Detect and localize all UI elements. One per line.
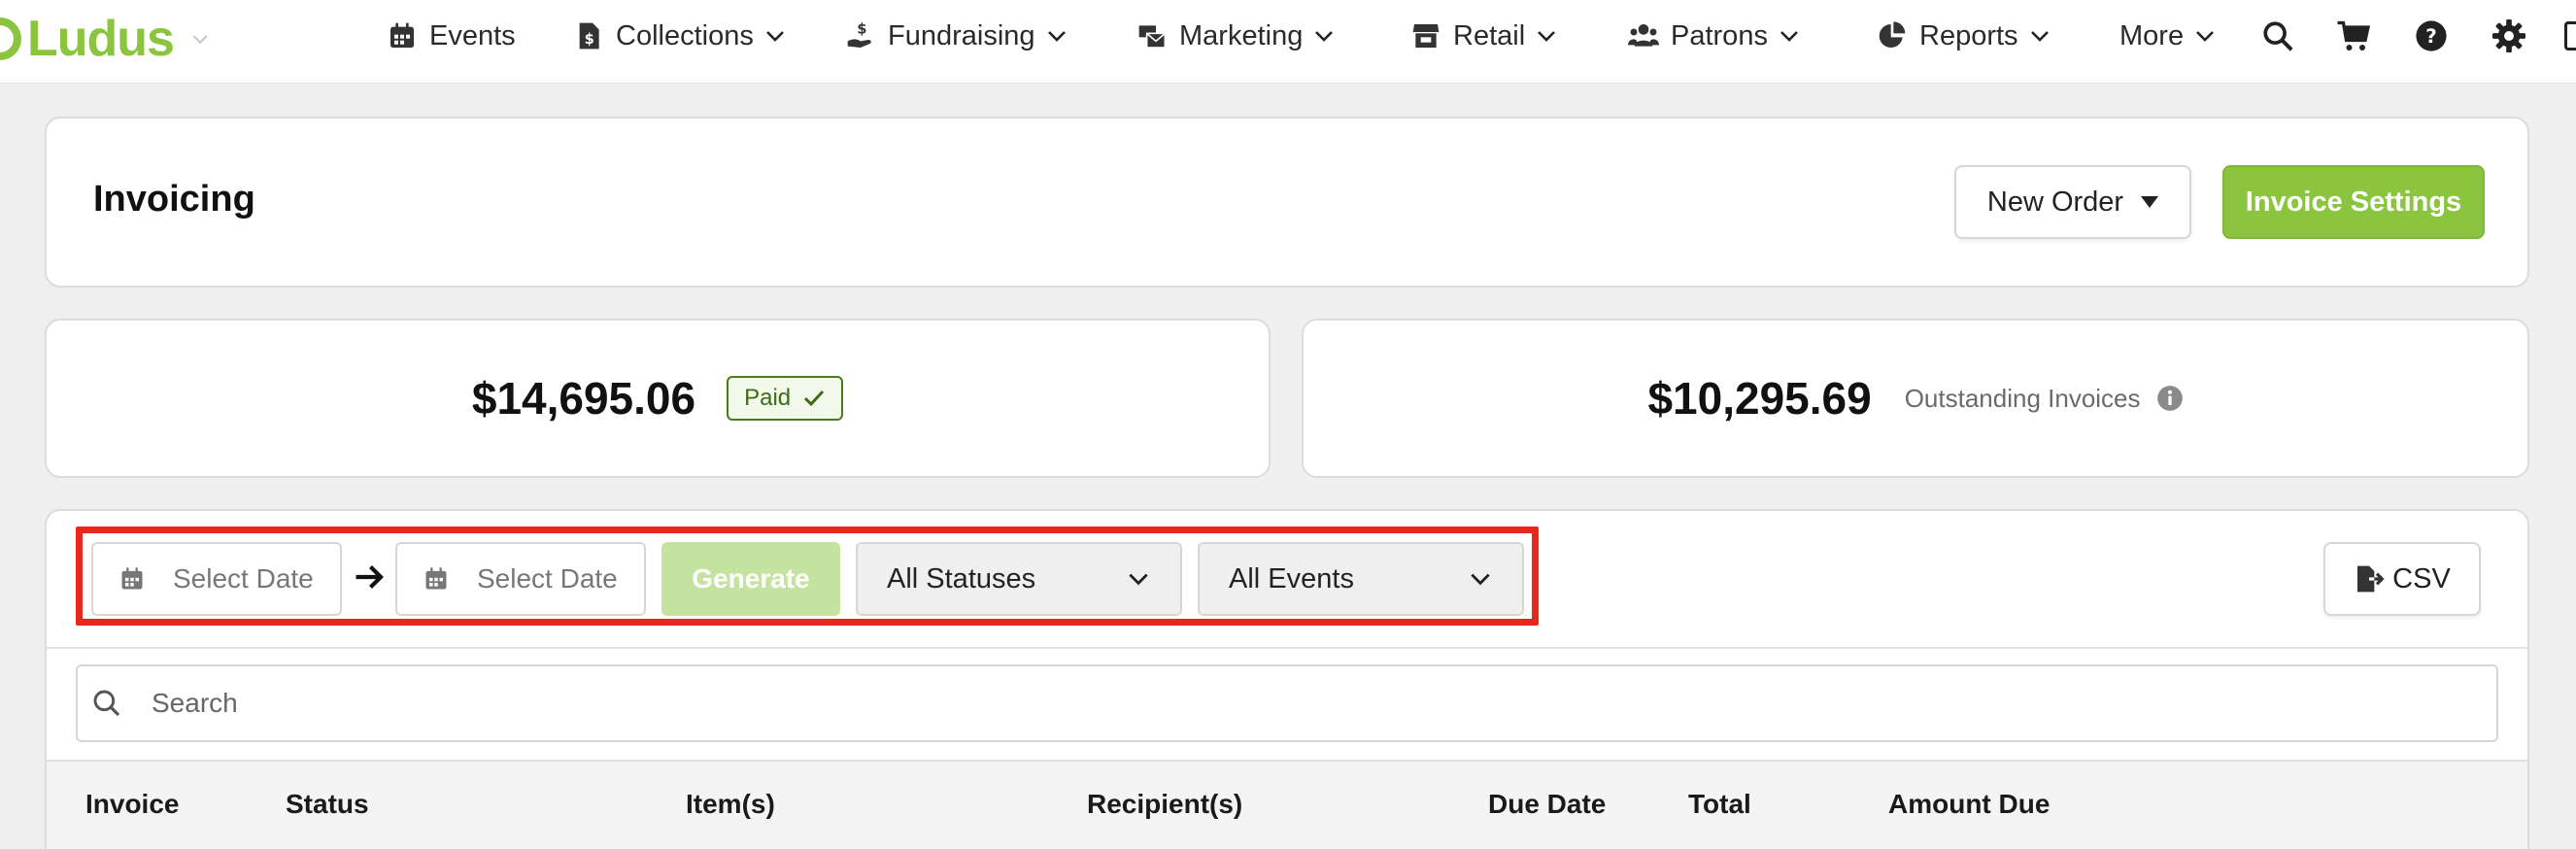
svg-text:?: ? [2425,25,2437,48]
column-header-invoice[interactable]: Invoice [85,789,179,820]
paid-badge: Paid [727,376,844,421]
events-select[interactable]: All Events [1198,542,1524,616]
new-order-button[interactable]: New Order [1954,165,2191,239]
generate-button[interactable]: Generate [661,542,840,616]
search-icon [2263,21,2293,51]
nav-more[interactable]: More [2119,14,2217,58]
column-header-amount-due[interactable]: Amount Due [1888,789,2050,820]
nav-collections[interactable]: $ Collections [573,14,787,58]
gear-icon [2492,19,2525,52]
nav-more-label: More [2119,19,2185,51]
paid-badge-label: Paid [744,385,792,411]
svg-text:$: $ [585,31,594,48]
search-input[interactable] [152,688,2386,719]
outstanding-label-text: Outstanding Invoices [1904,383,2141,413]
mail-bulk-icon [1138,25,1167,49]
hand-holding-dollar-icon: $ [847,20,871,48]
chevron-down-icon [765,31,784,42]
paid-stat: $14,695.06 Paid [47,321,1269,476]
invoice-dollar-icon: $ [579,22,599,50]
header-card: Invoicing New Order Invoice Settings [45,117,2529,288]
ludus-logo[interactable]: Ludus [0,10,209,68]
nav-collections-label: Collections [616,19,754,51]
invoice-settings-label: Invoice Settings [2245,186,2462,218]
column-header-items[interactable]: Item(s) [686,789,775,820]
nav-retail[interactable]: Retail [1410,14,1558,58]
nav-events-label: Events [429,19,516,51]
check-icon [804,390,825,407]
nav-patrons[interactable]: Patrons [1628,14,1801,58]
nav-patrons-label: Patrons [1671,19,1768,51]
outstanding-label: Outstanding Invoices [1905,384,2184,414]
pie-chart-icon [1879,21,1906,48]
calendar-icon [390,22,414,48]
nav-fundraising[interactable]: $ Fundraising [845,14,1068,58]
calendar-icon [425,567,447,590]
outstanding-stat: $10,295.69 Outstanding Invoices [1304,321,2527,476]
cart-icon [2337,20,2371,51]
caret-down-icon [2141,196,2159,208]
column-header-recipients[interactable]: Recipient(s) [1087,789,1242,820]
chevron-down-icon [1315,31,1334,42]
status-select-value: All Statuses [887,562,1036,594]
invoice-settings-button[interactable]: Invoice Settings [2222,165,2485,239]
events-select-value: All Events [1229,562,1354,594]
chevron-down-icon [1047,31,1066,42]
column-header-status[interactable]: Status [286,789,369,820]
top-navigation: Ludus Events $ Collections $ Fundraising… [0,0,2576,84]
search-icon [93,690,120,717]
window-edge-icon [2564,21,2576,51]
csv-export-button[interactable]: CSV [2323,542,2481,616]
settings-button[interactable] [2489,16,2529,56]
chevron-down-icon [1538,31,1556,42]
generate-label: Generate [692,563,810,594]
question-circle-icon: ? [2416,20,2447,51]
search-field[interactable] [76,664,2498,742]
paid-amount: $14,695.06 [471,373,696,424]
chevron-down-icon [192,35,208,45]
users-icon [1628,24,1659,47]
store-icon [1412,24,1440,48]
chevron-down-icon [2030,31,2049,42]
info-icon[interactable] [2156,385,2184,412]
nav-fundraising-label: Fundraising [888,19,1035,51]
arrow-right-icon [356,565,384,589]
page-title: Invoicing [93,179,255,220]
cart-button[interactable] [2333,16,2374,56]
nav-reports-label: Reports [1919,19,2018,51]
chevron-down-icon [1471,573,1490,586]
invoice-table-header: Invoice Status Item(s) Recipient(s) Due … [47,760,2527,849]
nav-marketing[interactable]: Marketing [1136,14,1336,58]
search-button[interactable] [2257,16,2298,56]
nav-retail-label: Retail [1453,19,1526,51]
chevron-down-icon [1780,31,1798,42]
logo-mark-icon [0,17,21,60]
file-export-icon [2357,565,2385,593]
app-name: Ludus [27,11,175,67]
end-date-picker[interactable]: Select Date [395,542,646,616]
end-date-placeholder: Select Date [477,563,618,594]
start-date-placeholder: Select Date [173,563,314,594]
nav-marketing-label: Marketing [1179,19,1304,51]
column-header-due-date[interactable]: Due Date [1488,789,1606,820]
start-date-picker[interactable]: Select Date [91,542,342,616]
outstanding-stat-card: $10,295.69 Outstanding Invoices [1302,319,2529,478]
csv-label: CSV [2392,562,2451,594]
chevron-down-icon [1129,573,1148,586]
paid-stat-card: $14,695.06 Paid [45,319,1271,478]
filter-divider [47,647,2527,649]
calendar-icon [121,567,143,590]
nav-reports[interactable]: Reports [1877,14,2051,58]
svg-text:$: $ [857,20,866,37]
outstanding-amount: $10,295.69 [1647,373,1872,424]
nav-events[interactable]: Events [387,14,516,58]
status-select[interactable]: All Statuses [856,542,1182,616]
column-header-total[interactable]: Total [1688,789,1751,820]
new-order-label: New Order [1986,186,2124,218]
help-button[interactable]: ? [2411,16,2452,56]
chevron-down-icon [2196,31,2214,42]
